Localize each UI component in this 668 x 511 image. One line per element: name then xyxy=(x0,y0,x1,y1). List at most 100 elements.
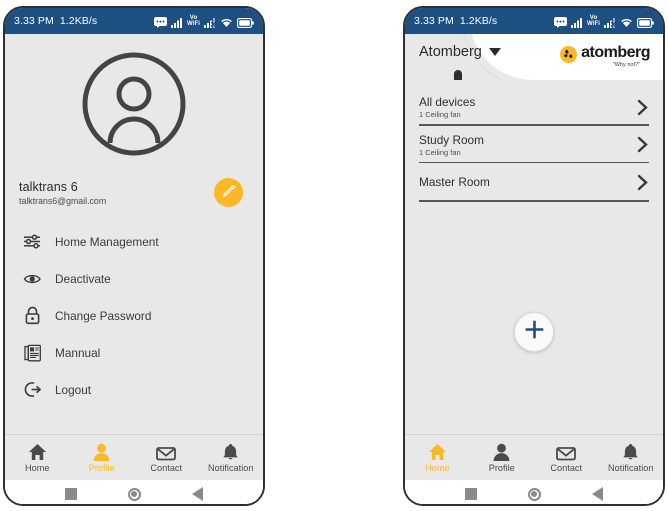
message-icon xyxy=(153,15,167,28)
status-bar-left: 3.33 PM 1.2KB/s Vo WiFi xyxy=(5,8,263,34)
app-header: Atomberg atomberg "Why not?" xyxy=(405,34,663,80)
square-recents-button[interactable] xyxy=(64,488,77,500)
person-placeholder-icon xyxy=(81,51,187,162)
menu-item-deactivate[interactable]: Deactivate xyxy=(5,260,263,297)
vowifi-bottom: WiFi xyxy=(586,21,600,27)
brand-tagline: "Why not?" xyxy=(612,62,640,68)
chevron-right-icon xyxy=(635,174,649,191)
device-group-name: All devices xyxy=(419,95,476,109)
nav-item-notification[interactable]: Notification xyxy=(199,442,264,473)
vowifi-icon: Vo WiFi xyxy=(587,15,600,27)
eye-icon xyxy=(23,269,42,288)
message-icon xyxy=(553,15,567,28)
home-screen-body: Atomberg atomberg "Why not?" All devices… xyxy=(405,34,663,504)
circle-home-button[interactable] xyxy=(527,487,541,501)
status-network-speed: 1.2KB/s xyxy=(59,15,98,27)
list-divider xyxy=(419,200,649,202)
status-network-speed: 1.2KB/s xyxy=(459,15,498,27)
profile-screen-body: talktrans 6 talktrans6@gmail.com Home Ma… xyxy=(5,34,263,504)
menu-item-home-management[interactable]: Home Management xyxy=(5,223,263,260)
nav-label: Notification xyxy=(208,463,254,473)
device-group-subtitle: 1 Ceiling fan xyxy=(419,147,461,157)
profile-menu-list: Home Management Deactivate Change Passwo… xyxy=(5,223,263,408)
device-group-name: Study Room xyxy=(419,132,484,147)
chevron-down-icon xyxy=(488,48,501,56)
chevron-right-icon xyxy=(635,99,649,116)
nav-item-profile[interactable]: Profile xyxy=(70,442,135,473)
status-time: 3.33 PM xyxy=(414,15,454,27)
profile-info-row: talktrans 6 talktrans6@gmail.com xyxy=(5,178,263,207)
person-icon xyxy=(492,442,511,461)
vowifi-bottom: WiFi xyxy=(186,21,200,27)
edit-profile-button[interactable] xyxy=(214,178,243,207)
device-group-all-devices[interactable]: All devices 1 Ceiling fan xyxy=(419,88,649,126)
home-icon xyxy=(28,442,47,461)
nav-item-contact[interactable]: Contact xyxy=(134,442,199,473)
circle-home-button[interactable] xyxy=(127,487,141,501)
menu-item-label: Mannual xyxy=(55,345,101,360)
device-group-subtitle: 1 Ceiling fan xyxy=(419,110,461,119)
nav-label: Profile xyxy=(88,463,115,473)
avatar-container xyxy=(5,34,263,168)
menu-item-logout[interactable]: Logout xyxy=(5,371,263,408)
nav-item-home[interactable]: Home xyxy=(405,442,470,473)
menu-item-label: Change Password xyxy=(55,308,152,323)
device-group-list: All devices 1 Ceiling fan Study Room 1 C… xyxy=(405,80,663,202)
envelope-icon xyxy=(156,442,177,461)
pointing-hand-cursor xyxy=(441,70,483,80)
signal-off-icon xyxy=(604,15,616,28)
home-selector-dropdown[interactable]: Atomberg xyxy=(419,44,501,60)
square-recents-button[interactable] xyxy=(464,488,477,500)
android-system-nav-right xyxy=(405,480,663,504)
profile-email: talktrans6@gmail.com xyxy=(19,195,107,206)
lock-icon xyxy=(23,306,42,325)
menu-item-manual[interactable]: Mannual xyxy=(5,334,263,371)
nav-label: Contact xyxy=(550,463,583,473)
bottom-nav-left: Home Profile Contact Notification xyxy=(5,434,263,480)
nav-label: Home xyxy=(424,463,450,473)
nav-item-notification[interactable]: Notification xyxy=(599,442,664,473)
nav-label: Profile xyxy=(488,463,515,473)
nav-item-profile[interactable]: Profile xyxy=(470,442,535,473)
nav-label: Contact xyxy=(150,463,183,473)
triangle-back-button[interactable] xyxy=(592,487,604,501)
menu-item-change-password[interactable]: Change Password xyxy=(5,297,263,334)
menu-item-label: Home Management xyxy=(55,234,159,249)
status-bar-right: 3.33 PM 1.2KB/s Vo WiFi xyxy=(405,8,663,34)
vowifi-icon: Vo WiFi xyxy=(187,15,200,27)
profile-name: talktrans 6 xyxy=(19,179,78,194)
device-group-name: Master Room xyxy=(419,175,490,190)
brand-text-block: atomberg "Why not?" xyxy=(581,44,650,69)
nav-item-contact[interactable]: Contact xyxy=(534,442,599,473)
wifi-icon xyxy=(620,15,633,28)
person-icon xyxy=(92,442,111,461)
device-group-master-room[interactable]: Master Room xyxy=(419,163,649,202)
signal-bars-icon xyxy=(570,15,583,28)
plus-icon xyxy=(525,320,544,344)
triangle-back-button[interactable] xyxy=(192,487,204,501)
battery-icon xyxy=(237,15,254,28)
android-system-nav-left xyxy=(5,480,263,504)
sliders-icon xyxy=(23,232,42,251)
pencil-icon xyxy=(221,183,236,203)
nav-item-home[interactable]: Home xyxy=(5,442,70,473)
bell-icon xyxy=(222,442,239,461)
battery-icon xyxy=(637,15,654,28)
phone-left-profile-screen: 3.33 PM 1.2KB/s Vo WiFi talktrans 6 talk… xyxy=(3,6,265,506)
nav-label: Home xyxy=(24,463,50,473)
phone-right-home-screen: 3.33 PM 1.2KB/s Vo WiFi Atomberg atomber… xyxy=(403,6,665,506)
add-device-button[interactable] xyxy=(514,312,554,352)
menu-item-label: Deactivate xyxy=(55,271,111,286)
screenshot-stage: 3.33 PM 1.2KB/s Vo WiFi talktrans 6 talk… xyxy=(0,0,668,511)
bottom-nav-right: Home Profile Contact Notification xyxy=(405,434,663,480)
atomberg-fan-icon xyxy=(560,46,578,63)
bell-icon xyxy=(622,442,639,461)
envelope-icon xyxy=(556,442,577,461)
brand-name: atomberg xyxy=(581,44,650,61)
status-time: 3.33 PM xyxy=(14,15,54,27)
home-icon xyxy=(428,442,447,461)
device-group-study-room[interactable]: Study Room 1 Ceiling fan xyxy=(419,126,649,164)
chevron-right-icon xyxy=(635,136,649,153)
home-selector-label: Atomberg xyxy=(419,44,482,60)
menu-item-label: Logout xyxy=(55,382,92,397)
